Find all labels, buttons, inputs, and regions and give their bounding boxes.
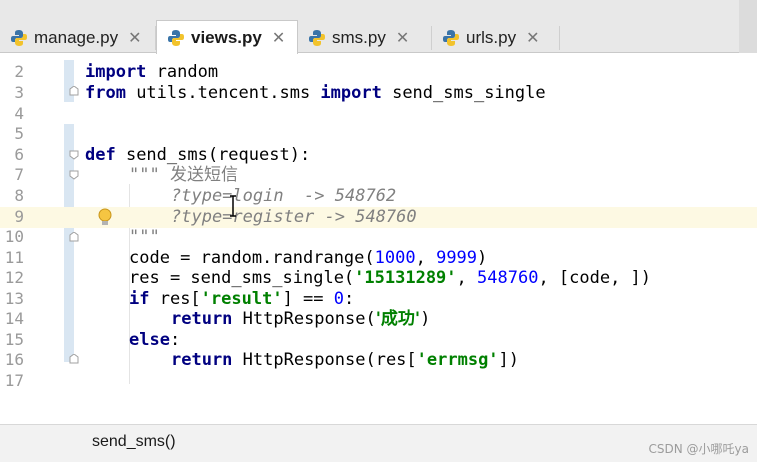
line-number: 8 <box>14 186 24 205</box>
line-number: 15 <box>4 330 24 349</box>
python-file-icon <box>10 29 28 47</box>
tab-manage-py[interactable]: manage.py ✕ <box>0 22 156 53</box>
code-line: 2 import random <box>0 62 757 83</box>
close-icon[interactable]: ✕ <box>128 28 141 48</box>
code-line: 14 return HttpResponse('成功') <box>0 309 757 330</box>
code-line: 15 else: <box>0 330 757 351</box>
fold-icon[interactable] <box>69 150 79 160</box>
fold-icon[interactable] <box>69 170 79 180</box>
line-number: 11 <box>4 248 24 267</box>
code-line-current: 9 ?type=register -> 548760 <box>0 207 757 228</box>
editor-tab-bar: manage.py ✕ views.py ✕ sms.py ✕ urls.py … <box>0 0 757 54</box>
watermark: CSDN @小哪吒ya <box>648 442 749 456</box>
breadcrumb-bar: send_sms() CSDN @小哪吒ya <box>0 424 757 462</box>
line-number: 14 <box>4 309 24 328</box>
python-file-icon <box>167 29 185 47</box>
fold-icon[interactable] <box>69 86 79 96</box>
line-number: 16 <box>4 350 24 369</box>
close-icon[interactable]: ✕ <box>526 28 539 48</box>
code-line: 16 return HttpResponse(res['errmsg']) <box>0 350 757 371</box>
line-number: 3 <box>14 83 24 102</box>
line-number: 6 <box>14 145 24 164</box>
tab-label: manage.py <box>34 27 119 47</box>
line-number: 5 <box>14 124 24 143</box>
line-number: 17 <box>4 371 24 390</box>
close-icon[interactable]: ✕ <box>272 28 285 48</box>
breadcrumb-function[interactable]: send_sms() <box>92 433 176 451</box>
tab-label: views.py <box>191 27 262 47</box>
tab-label: sms.py <box>332 27 386 47</box>
lightbulb-icon[interactable] <box>96 207 114 227</box>
fold-icon[interactable] <box>69 232 79 242</box>
code-line: 8 ?type=login -> 548762 <box>0 186 757 207</box>
text-cursor-icon <box>230 195 236 217</box>
tab-urls-py[interactable]: urls.py ✕ <box>432 22 560 53</box>
tab-views-py[interactable]: views.py ✕ <box>156 20 298 54</box>
tab-sms-py[interactable]: sms.py ✕ <box>298 22 432 53</box>
code-line: 5 <box>0 124 757 145</box>
python-file-icon <box>442 29 460 47</box>
line-number: 2 <box>14 62 24 81</box>
line-number: 12 <box>4 268 24 287</box>
code-editor[interactable]: 2 import random 3 from utils.tencent.sms… <box>0 54 757 424</box>
code-line: 13 if res['result'] == 0: <box>0 289 757 310</box>
fold-icon[interactable] <box>69 354 79 364</box>
code-line: 6 def send_sms(request): <box>0 145 757 166</box>
line-number: 4 <box>14 104 24 123</box>
line-number: 9 <box>14 207 24 226</box>
line-number: 13 <box>4 289 24 308</box>
tab-overflow-area <box>739 0 757 53</box>
code-line: 7 """ 发送短信 <box>0 165 757 186</box>
line-number: 7 <box>14 165 24 184</box>
code-line: 3 from utils.tencent.sms import send_sms… <box>0 83 757 104</box>
tab-label: urls.py <box>466 27 517 47</box>
code-line: 11 code = random.randrange(1000, 9999) <box>0 248 757 269</box>
line-number: 10 <box>4 227 24 246</box>
code-line: 10 """ <box>0 227 757 248</box>
code-line: 17 <box>0 371 757 392</box>
code-line: 12 res = send_sms_single('15131289', 548… <box>0 268 757 289</box>
close-icon[interactable]: ✕ <box>396 28 409 48</box>
python-file-icon <box>308 29 326 47</box>
code-line: 4 <box>0 104 757 125</box>
